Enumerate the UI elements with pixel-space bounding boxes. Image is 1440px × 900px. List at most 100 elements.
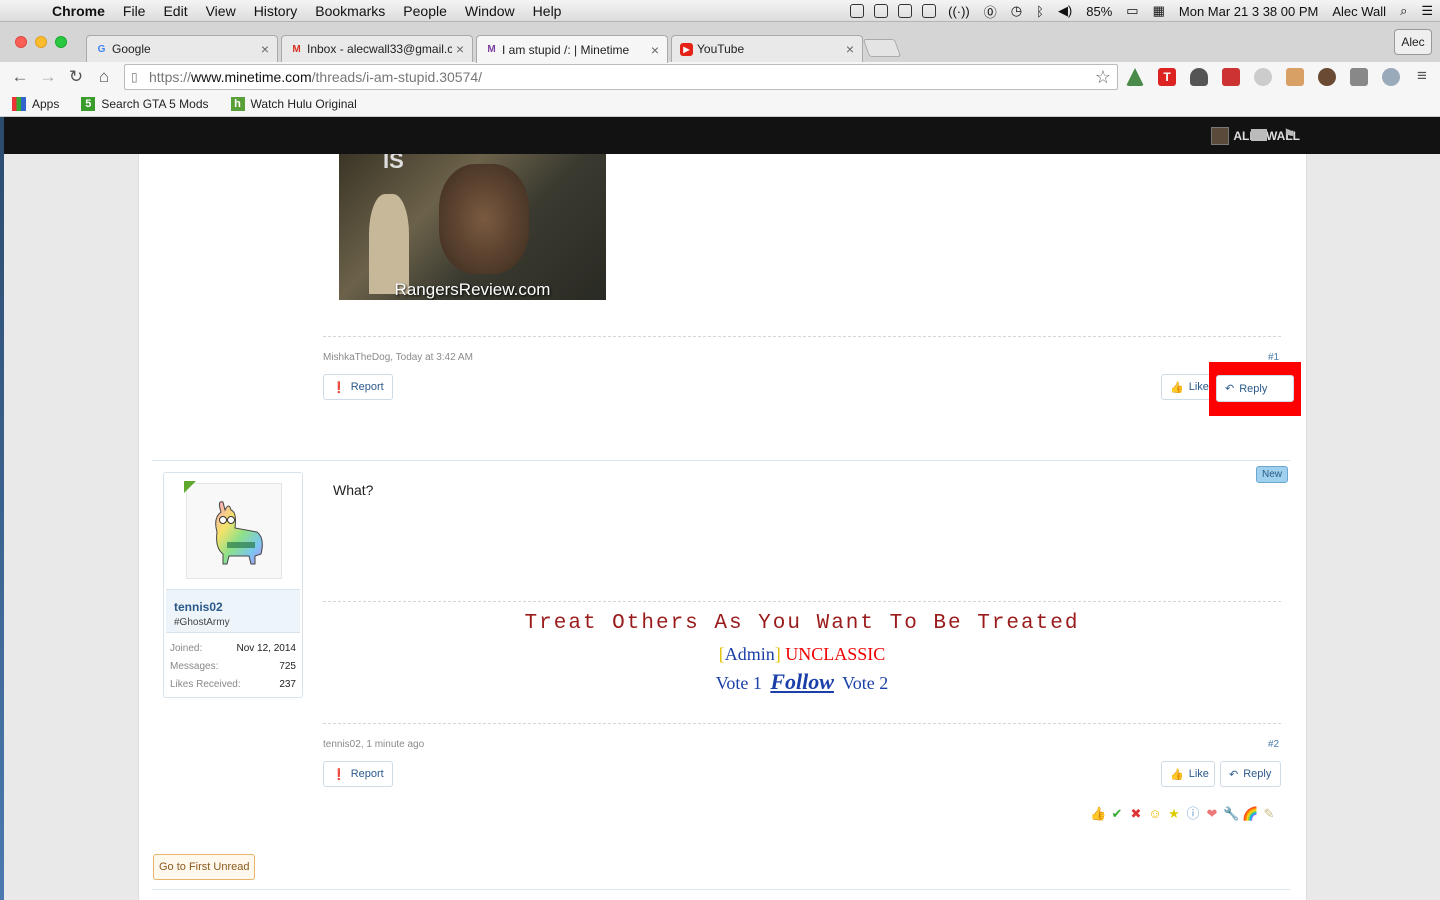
menu-help[interactable]: Help — [524, 3, 571, 19]
info-reaction-icon[interactable]: ⓘ — [1185, 806, 1201, 822]
close-icon[interactable]: × — [456, 41, 464, 57]
sig-follow-link[interactable]: Follow — [770, 669, 834, 694]
wrench-reaction-icon[interactable]: 🔧 — [1223, 806, 1239, 822]
extension-box-icon[interactable] — [1350, 68, 1368, 86]
bookmark-hulu[interactable]: h Watch Hulu Original — [230, 97, 357, 111]
smile-reaction-icon[interactable]: ☺ — [1147, 806, 1163, 822]
post-body: What? — [333, 482, 374, 498]
sig-vote2-link[interactable]: Vote 2 — [842, 673, 888, 693]
battery-percent[interactable]: 85% — [1079, 4, 1119, 19]
tab-gmail[interactable]: M Inbox - alecwall33@gmail.c × — [281, 35, 473, 62]
shield-icon[interactable] — [850, 4, 865, 18]
user-title: #GhostArmy — [174, 617, 230, 628]
tab-youtube[interactable]: ▶ YouTube × — [671, 35, 863, 62]
reply-button[interactable]: ↶ Reply — [1220, 761, 1281, 787]
report-button[interactable]: ❗ Report — [323, 761, 393, 787]
close-icon[interactable]: × — [846, 41, 854, 57]
camera-icon[interactable] — [922, 4, 937, 18]
menu-app-chrome[interactable]: Chrome — [38, 3, 114, 19]
back-arrow-icon[interactable]: ← — [6, 67, 34, 87]
home-icon[interactable]: ⌂ — [90, 67, 118, 87]
window-close-button[interactable] — [15, 36, 27, 48]
menu-view[interactable]: View — [197, 3, 245, 19]
extension-s-icon[interactable] — [1382, 68, 1400, 86]
extension-avatar-icon[interactable] — [1318, 68, 1336, 86]
username-link[interactable]: tennis02 — [174, 600, 223, 614]
menu-file[interactable]: File — [114, 3, 155, 19]
post-author-time[interactable]: tennis02, 1 minute ago — [323, 739, 424, 750]
inbox-envelope-icon[interactable] — [1251, 129, 1267, 141]
dropbox-icon[interactable] — [898, 4, 913, 18]
hulu-icon: h — [230, 97, 245, 111]
extension-face-icon[interactable] — [1222, 68, 1240, 86]
window-zoom-button[interactable] — [55, 36, 67, 48]
report-button[interactable]: ❗ Report — [323, 374, 393, 400]
wifi-icon[interactable]: ((·)) — [941, 4, 977, 19]
menu-bookmarks[interactable]: Bookmarks — [306, 3, 394, 19]
rainbow-reaction-icon[interactable]: 🌈 — [1242, 806, 1258, 822]
reload-icon[interactable]: ↻ — [62, 67, 90, 87]
go-to-first-unread-button[interactable]: Go to First Unread — [153, 854, 256, 880]
alerts-flag-icon[interactable]: ⚑ — [1283, 126, 1296, 143]
stat-messages: Messages: 725 — [170, 661, 296, 672]
like-button[interactable]: 👍 Like — [1161, 761, 1215, 787]
calendar-icon[interactable]: ▦ — [1146, 3, 1172, 19]
report-label: Report — [350, 768, 384, 780]
post-author-time[interactable]: MishkaTheDog, Today at 3:42 AM — [323, 352, 473, 363]
extension-hat-icon[interactable] — [1190, 68, 1208, 86]
menu-people[interactable]: People — [394, 3, 456, 19]
macos-menubar: Chrome File Edit View History Bookmarks … — [0, 0, 1440, 22]
notification-center-icon[interactable]: ☰ — [1414, 3, 1440, 19]
extension-triangle-icon[interactable] — [1126, 68, 1144, 86]
stat-value[interactable]: 725 — [279, 661, 296, 672]
thumbs-up-reaction-icon[interactable]: 👍 — [1090, 806, 1106, 822]
stat-value: Nov 12, 2014 — [236, 643, 297, 654]
bookmark-star-icon[interactable]: ☆ — [1095, 67, 1111, 88]
profile-button[interactable]: Alec — [1394, 29, 1432, 55]
menu-window[interactable]: Window — [456, 3, 524, 19]
chrome-menu-icon[interactable]: ≡ — [1408, 66, 1436, 86]
user-avatar[interactable] — [186, 483, 282, 579]
tab-title: I am stupid /: | Minetime — [502, 42, 630, 57]
window-minimize-button[interactable] — [35, 36, 47, 48]
bluetooth-icon[interactable]: ᛒ — [1029, 4, 1051, 19]
menu-history[interactable]: History — [245, 3, 307, 19]
x-reaction-icon[interactable]: ✖ — [1128, 806, 1144, 822]
url-host: www.minetime.com — [191, 69, 312, 85]
bookmark-gta5mods[interactable]: 5 Search GTA 5 Mods — [81, 97, 209, 111]
close-icon[interactable]: × — [261, 41, 269, 57]
battery-icon[interactable]: ▭ — [1119, 3, 1145, 19]
extension-ball-icon[interactable] — [1254, 68, 1272, 86]
address-bar[interactable]: ▯ https:// www.minetime.com /threads/i-a… — [124, 64, 1118, 90]
new-tab-button[interactable] — [862, 39, 902, 57]
copy-icon[interactable] — [874, 4, 889, 18]
stat-label: Joined: — [170, 643, 203, 654]
tab-minetime[interactable]: M I am stupid /: | Minetime × — [476, 35, 668, 63]
thread-content — [138, 154, 1307, 900]
accessibility-icon[interactable]: ⓪ — [977, 2, 1004, 21]
volume-icon[interactable]: ◀) — [1051, 3, 1079, 19]
clock-datetime[interactable]: Mon Mar 21 3 38 00 PM — [1172, 4, 1325, 19]
extension-person-icon[interactable] — [1286, 68, 1304, 86]
post-permalink[interactable]: #2 — [1268, 739, 1279, 750]
extension-t-icon[interactable]: T — [1158, 68, 1176, 86]
menu-edit[interactable]: Edit — [154, 3, 196, 19]
forward-arrow-icon[interactable]: → — [34, 67, 62, 87]
bookmark-apps[interactable]: Apps — [12, 97, 59, 111]
like-button[interactable]: 👍 Like — [1161, 374, 1213, 400]
tab-google[interactable]: G Google × — [86, 35, 278, 62]
time-machine-icon[interactable]: ◷ — [1004, 3, 1029, 19]
bookmarks-bar: Apps 5 Search GTA 5 Mods h Watch Hulu Or… — [0, 92, 1440, 117]
url-path: /threads/i-am-stupid.30574/ — [311, 69, 483, 85]
award-reaction-icon[interactable]: ★ — [1166, 806, 1182, 822]
pen-reaction-icon[interactable]: ✎ — [1261, 806, 1277, 822]
user-name[interactable]: Alec Wall — [1325, 4, 1393, 19]
signature-separator — [323, 601, 1281, 602]
checkmark-reaction-icon[interactable]: ✔ — [1109, 806, 1125, 822]
spotlight-icon[interactable]: ⌕ — [1393, 3, 1414, 19]
heart-reaction-icon[interactable]: ❤ — [1204, 806, 1220, 822]
sig-vote1-link[interactable]: Vote 1 — [716, 673, 762, 693]
reply-button[interactable]: ↶ Reply — [1216, 375, 1294, 402]
close-icon[interactable]: × — [651, 42, 659, 58]
report-icon: ❗ — [332, 381, 346, 394]
